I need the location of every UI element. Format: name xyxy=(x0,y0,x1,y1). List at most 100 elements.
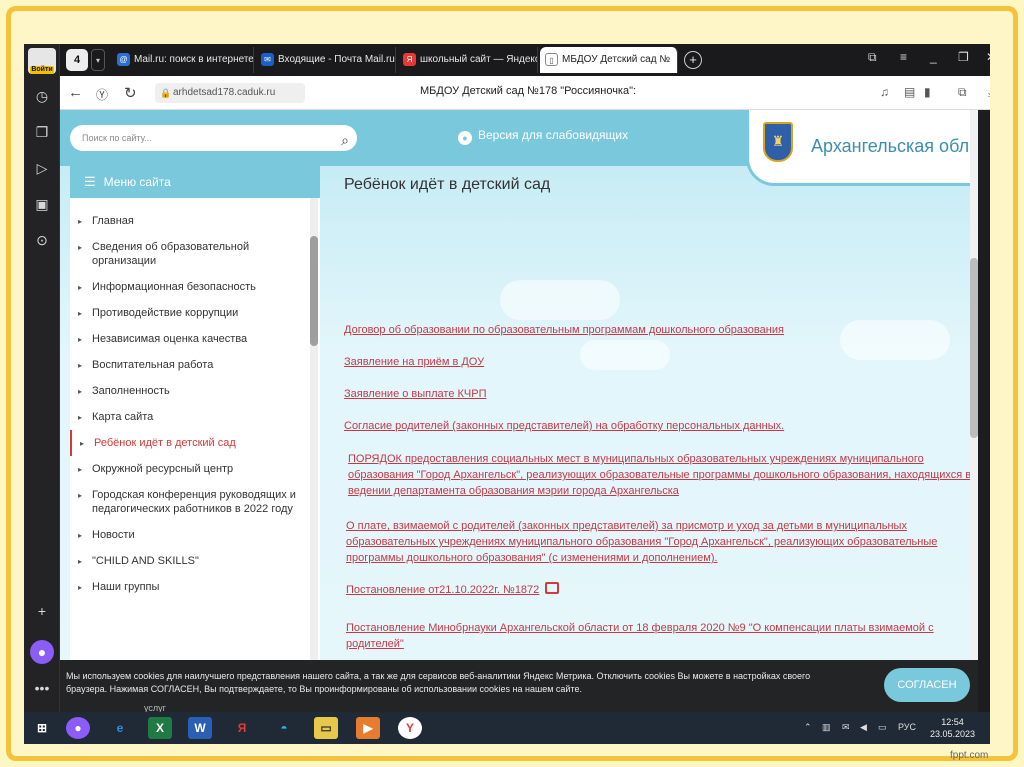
sidebar-menu-item[interactable]: ▸ "CHILD AND SKILLS" xyxy=(70,548,302,574)
sidebar-menu-item[interactable]: ▸ Противодействие коррупции xyxy=(70,300,302,326)
eye-icon: ● xyxy=(458,131,472,145)
collections-icon[interactable]: ❐ xyxy=(30,120,54,144)
clock[interactable]: 12:54 23.05.2023 xyxy=(930,716,975,740)
excel-icon[interactable]: X xyxy=(148,717,172,739)
sidebar-menu-item-label: Противодействие коррупции xyxy=(92,307,239,319)
tray-app-icon[interactable]: ✉ xyxy=(842,722,850,733)
more-icon[interactable]: ••• xyxy=(30,676,54,700)
menu-scrollbar-thumb[interactable] xyxy=(310,236,318,346)
tray-speaker-icon[interactable]: ◀ xyxy=(860,722,867,733)
yandex-browser-icon[interactable]: Y xyxy=(398,717,422,739)
ie-icon[interactable]: e xyxy=(108,717,132,739)
chevron-right-icon: ▸ xyxy=(78,531,83,540)
alice-assistant-icon[interactable]: ● xyxy=(30,640,54,664)
sidebar-menu-item-label: Наши группы xyxy=(92,581,160,593)
windows-start-icon[interactable]: ⊞ xyxy=(30,717,54,739)
page-icon: ▯ xyxy=(545,53,558,66)
language-indicator[interactable]: РУС xyxy=(898,722,916,732)
comment-icon[interactable] xyxy=(545,582,560,594)
site-search-input[interactable]: Поиск по сайту... ⌕ xyxy=(70,125,357,151)
tab-title: МБДОУ Детский сад № xyxy=(562,54,671,65)
tray-network-icon[interactable]: ▥ xyxy=(822,722,831,733)
sidebar-menu-item[interactable]: ▸ Воспитательная работа xyxy=(70,352,302,378)
sidebar-menu-item[interactable]: ▸ Информационная безопасность xyxy=(70,274,302,300)
link-kchrp[interactable]: Заявление о выплате КЧРП xyxy=(344,386,974,402)
download-icon[interactable]: ⤓ xyxy=(988,85,990,100)
edge-icon[interactable]: ◓ xyxy=(272,717,296,739)
reload-icon[interactable]: ↻ xyxy=(124,84,137,102)
close-window-icon[interactable]: ✕ xyxy=(986,50,990,64)
sidebar-menu-item[interactable]: ▸ Главная xyxy=(70,208,302,234)
new-tab-button[interactable]: + xyxy=(684,51,702,69)
word-icon[interactable]: W xyxy=(188,717,212,739)
sidebar-menu-item[interactable]: ▸ Окружной ресурсный центр xyxy=(70,456,302,482)
tabs-count-icon[interactable]: ▣ xyxy=(30,192,54,216)
screenshot-icon[interactable]: ⊙ xyxy=(30,228,54,252)
tab-title: школьный сайт — Яндекс xyxy=(420,54,538,65)
yandex-app-icon[interactable]: Я xyxy=(230,717,254,739)
sidebar-menu-item-label: Новости xyxy=(92,529,135,541)
back-icon[interactable]: ← xyxy=(68,84,83,101)
cookie-text: Мы используем cookies для наилучшего пре… xyxy=(66,671,811,694)
screen: Войти ◷ ❐ ▷ ▣ ⊙ + ● ••• 4 ▾ @ Mail.ru: п… xyxy=(24,44,990,744)
tab-yandex-search[interactable]: Я школьный сайт — Яндекс xyxy=(398,47,538,73)
sidebar-menu-item[interactable]: ▸ Заполненность xyxy=(70,378,302,404)
link-application[interactable]: Заявление на приём в ДОУ xyxy=(344,354,974,370)
sidebar-menu-item-label: Главная xyxy=(92,215,134,227)
link-decree-1872[interactable]: Постановление от21.10.2022г. №1872 xyxy=(346,584,539,596)
sidebar-menu-item-label: Информационная безопасность xyxy=(92,281,256,293)
lock-icon: 🔒 xyxy=(160,88,172,98)
minimize-icon[interactable]: _ xyxy=(930,50,937,64)
sidebar-menu-item-label: Карта сайта xyxy=(92,411,154,423)
explorer-icon[interactable]: ▭ xyxy=(314,717,338,739)
extensions-icon[interactable]: ⧉ xyxy=(958,85,967,100)
yandex-account-button[interactable]: Войти xyxy=(28,48,56,74)
notifications-icon[interactable]: ≡ xyxy=(900,50,907,64)
headphones-icon[interactable]: ♫ xyxy=(880,85,889,99)
add-panel-icon[interactable]: + xyxy=(30,599,54,623)
yandex-logo-icon[interactable]: Ⓨ xyxy=(96,86,108,103)
tab-mail-inbox[interactable]: ✉ Входящие - Почта Mail.ru xyxy=(256,47,396,73)
alice-icon[interactable]: ● xyxy=(66,717,90,739)
sidebar-menu-item[interactable]: ▸ Городская конференция руководящих и пед… xyxy=(70,482,302,522)
history-icon[interactable]: ◷ xyxy=(30,84,54,108)
link-compensation[interactable]: Постановление Минобрнауки Архангельской … xyxy=(344,620,974,652)
low-vision-link[interactable]: ● Версия для слабовидящих xyxy=(458,128,628,145)
sidebar-menu-item-label: Воспитательная работа xyxy=(92,359,214,371)
tray-chevron-icon[interactable]: ⌃ xyxy=(804,722,812,733)
bookmarks-panel-icon[interactable]: ⧉ xyxy=(868,50,877,65)
restore-icon[interactable]: ❐ xyxy=(958,50,969,64)
sidebar-menu-item-label: Заполненность xyxy=(92,385,170,397)
chevron-down-icon[interactable]: ▾ xyxy=(91,49,105,71)
media-icon[interactable]: ▶ xyxy=(356,717,380,739)
link-social-places[interactable]: ПОРЯДОК предоставления социальных мест в… xyxy=(344,451,974,499)
region-name: Архангельская обл. xyxy=(811,136,975,156)
link-fee[interactable]: О плате, взимаемой с родителей (законных… xyxy=(344,518,974,566)
watermark: fppt.com xyxy=(950,750,989,761)
page-scrollbar[interactable] xyxy=(970,110,978,710)
yandex-icon: Я xyxy=(403,53,416,66)
search-icon[interactable]: ⌕ xyxy=(341,127,349,153)
sidebar-menu-item[interactable]: ▸ Сведения об образовательной организации xyxy=(70,234,302,274)
tab-counter[interactable]: 4 xyxy=(66,49,88,71)
sidebar-menu-item[interactable]: ▸ Ребёнок идёт в детский сад xyxy=(70,430,302,456)
sidebar-menu-item[interactable]: ▸ Независимая оценка качества xyxy=(70,326,302,352)
tab-mail-search[interactable]: @ Mail.ru: поиск в интернете xyxy=(112,47,254,73)
bookmark-icon[interactable]: ▮ xyxy=(924,85,931,99)
page-scrollbar-thumb[interactable] xyxy=(970,258,978,438)
url-field[interactable]: 🔒 arhdetsad178.caduk.ru xyxy=(155,83,305,103)
tab-bar: 4 ▾ @ Mail.ru: поиск в интернете ✉ Входя… xyxy=(60,44,990,76)
tab-kindergarten[interactable]: ▯ МБДОУ Детский сад № × xyxy=(540,47,678,73)
link-contract[interactable]: Договор об образовании по образовательны… xyxy=(344,322,974,338)
sidebar-menu-item[interactable]: ▸ Новости xyxy=(70,522,302,548)
chevron-right-icon: ▸ xyxy=(78,361,83,370)
tray-battery-icon[interactable]: ▭ xyxy=(878,722,887,733)
mail-ru-icon: @ xyxy=(117,53,130,66)
sidebar-menu-item[interactable]: ▸ Наши группы xyxy=(70,574,302,600)
menu-header[interactable]: ☰ Меню сайта xyxy=(70,166,320,198)
video-icon[interactable]: ▷ xyxy=(30,156,54,180)
reader-icon[interactable]: ▤ xyxy=(904,85,915,99)
accept-cookies-button[interactable]: СОГЛАСЕН xyxy=(884,668,970,702)
sidebar-menu-item[interactable]: ▸ Карта сайта xyxy=(70,404,302,430)
link-consent[interactable]: Согласие родителей (законных представите… xyxy=(344,418,974,434)
